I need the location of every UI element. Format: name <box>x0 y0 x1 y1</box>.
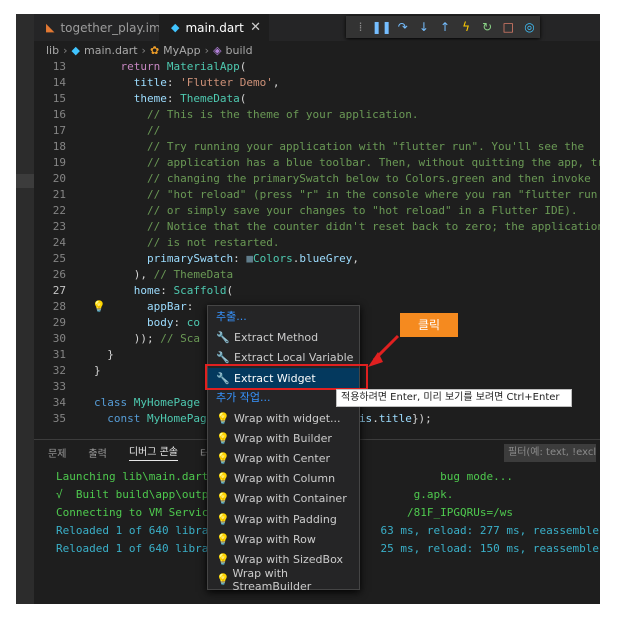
callout-arrow <box>368 334 400 367</box>
